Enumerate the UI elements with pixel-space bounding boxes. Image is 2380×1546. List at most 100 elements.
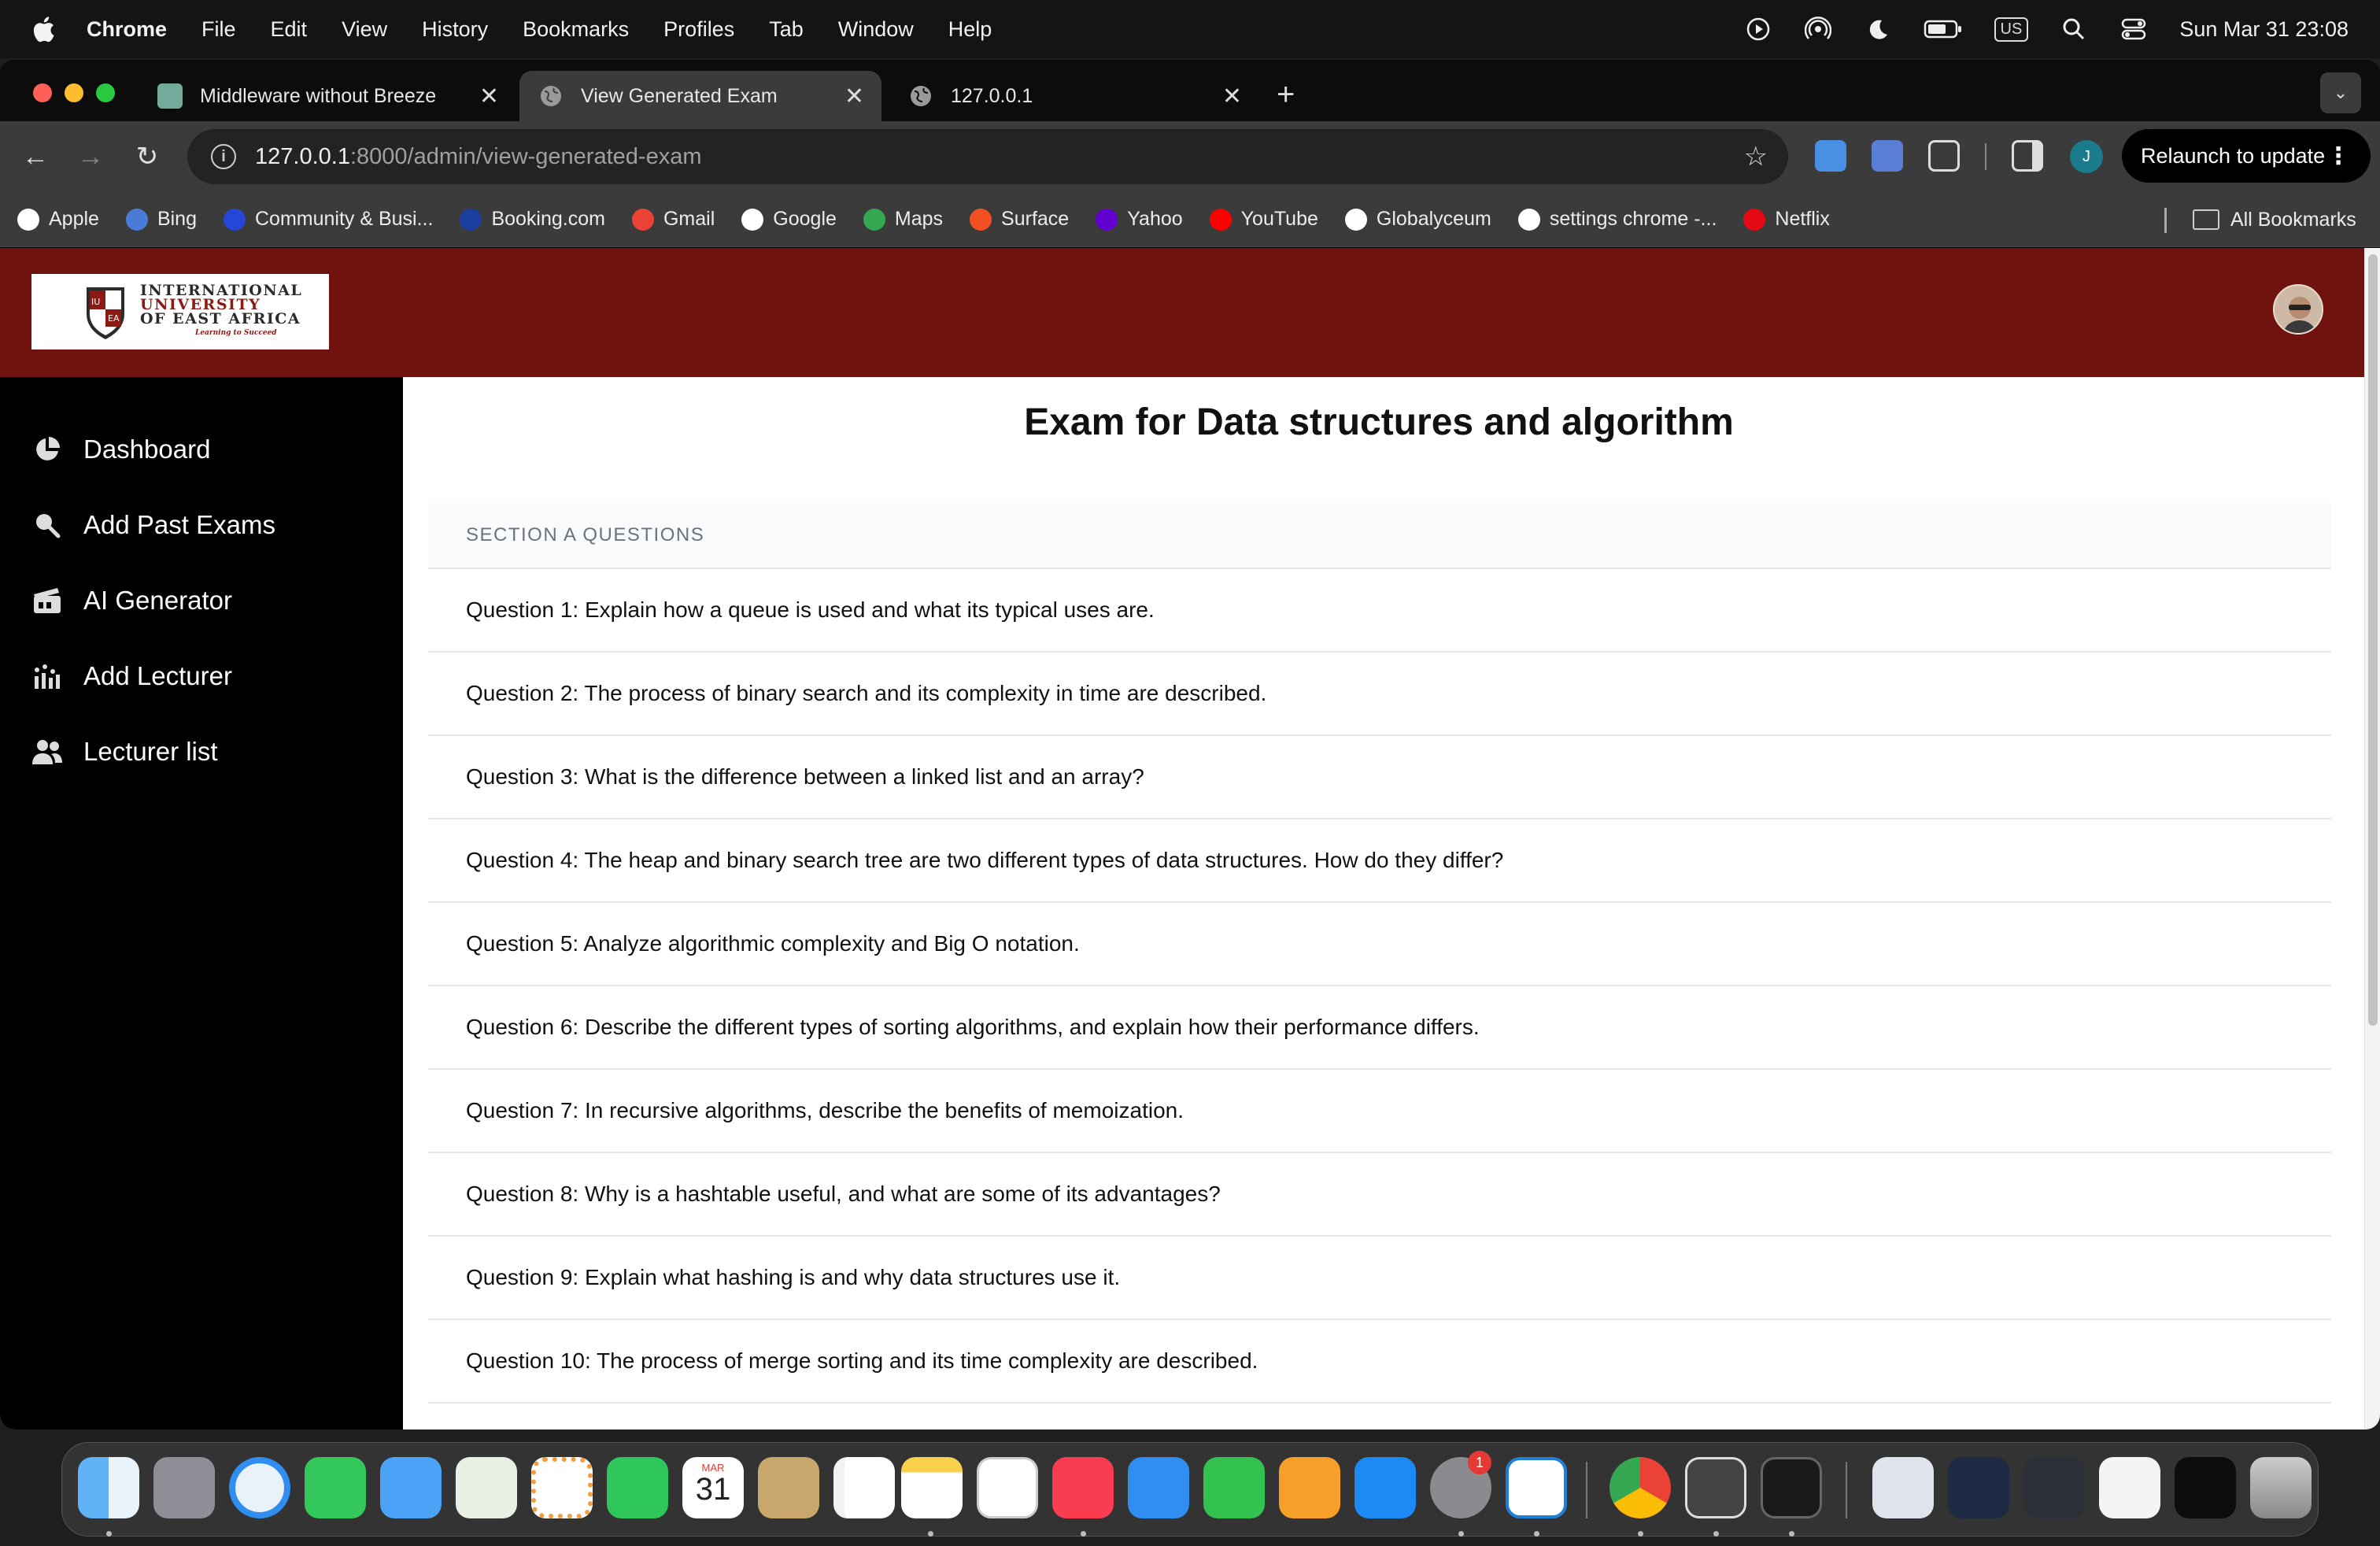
- sidebar-item-add-past-exams[interactable]: Add Past Exams: [0, 487, 403, 563]
- forward-arrow-icon[interactable]: →: [72, 139, 109, 175]
- bookmark-gmail[interactable]: Gmail: [631, 208, 715, 231]
- all-bookmarks-button[interactable]: All Bookmarks: [2193, 192, 2356, 247]
- browser-toolbar: ← → ↻ i 127.0.0.1:8000/admin/view-genera…: [0, 121, 2380, 192]
- pages-icon[interactable]: [1279, 1457, 1340, 1518]
- sidebar-item-add-lecturer[interactable]: Add Lecturer: [0, 638, 403, 714]
- bookmark-surface[interactable]: Surface: [970, 208, 1069, 231]
- recent-window-icon[interactable]: [2175, 1457, 2236, 1518]
- apple-logo-icon[interactable]: [31, 15, 55, 43]
- sidebar-item-lecturer-list[interactable]: Lecturer list: [0, 714, 403, 790]
- spotlight-search-icon[interactable]: [2060, 15, 2088, 43]
- university-logo[interactable]: IU EA INTERNATIONAL UNIVERSITY OF EAST A…: [31, 274, 329, 350]
- menu-bar-clock[interactable]: Sun Mar 31 23:08: [2179, 17, 2349, 42]
- facetime-icon[interactable]: [607, 1457, 668, 1518]
- play-icon[interactable]: [1744, 15, 1772, 43]
- screen-capture-extension-icon[interactable]: [1872, 140, 1903, 172]
- bookmark-community-busi[interactable]: Community & Busi...: [224, 208, 433, 231]
- tab-search-chevron-icon[interactable]: ⌄: [2320, 72, 2361, 113]
- airdrop-icon[interactable]: [1804, 15, 1832, 43]
- question-row: Question 2: The process of binary search…: [428, 653, 2331, 736]
- page-scrollbar[interactable]: [2364, 248, 2380, 1429]
- numbers-icon[interactable]: [1203, 1457, 1265, 1518]
- bookmark-settings-chrome[interactable]: settings chrome -...: [1517, 208, 1717, 231]
- address-bar[interactable]: i 127.0.0.1:8000/admin/view-generated-ex…: [187, 129, 1788, 184]
- reload-icon[interactable]: ↻: [129, 139, 165, 175]
- terminal-icon[interactable]: [1761, 1457, 1822, 1518]
- close-window-button[interactable]: [33, 83, 52, 102]
- vscode-icon[interactable]: [1506, 1457, 1567, 1518]
- close-tab-icon[interactable]: ✕: [844, 83, 864, 110]
- site-info-icon[interactable]: i: [211, 144, 236, 169]
- sidebar-item-dashboard[interactable]: Dashboard: [0, 412, 403, 487]
- unity-icon[interactable]: [1685, 1457, 1746, 1518]
- bookmark-label: Maps: [894, 208, 944, 230]
- launchpad-icon[interactable]: [153, 1457, 215, 1518]
- menu-view[interactable]: View: [342, 17, 387, 42]
- music-icon[interactable]: [1052, 1457, 1114, 1518]
- control-center-icon[interactable]: [2119, 15, 2148, 43]
- recent-window-icon[interactable]: [2023, 1457, 2085, 1518]
- zoom-window-button[interactable]: [96, 83, 115, 102]
- menu-tab[interactable]: Tab: [769, 17, 804, 42]
- calendar-icon[interactable]: MAR 31: [682, 1457, 744, 1518]
- maps-icon[interactable]: [456, 1457, 517, 1518]
- user-avatar[interactable]: [2273, 284, 2323, 335]
- tab-view-generated-exam[interactable]: View Generated Exam ✕: [519, 71, 881, 121]
- trash-icon[interactable]: [2250, 1457, 2312, 1518]
- new-tab-plus-icon[interactable]: +: [1277, 77, 1295, 113]
- notes-icon[interactable]: [901, 1457, 963, 1518]
- reminders-icon[interactable]: [833, 1457, 895, 1518]
- app-store-icon[interactable]: [1354, 1457, 1416, 1518]
- freeform-icon[interactable]: [977, 1457, 1038, 1518]
- bookmark-google[interactable]: Google: [741, 208, 837, 231]
- keynote-icon[interactable]: [1128, 1457, 1189, 1518]
- bookmark-maps[interactable]: Maps: [863, 208, 943, 231]
- back-arrow-icon[interactable]: ←: [17, 139, 54, 175]
- recent-document-icon[interactable]: [2099, 1457, 2160, 1518]
- more-menu-icon[interactable]: ⋮: [2326, 142, 2350, 170]
- bookmark-yahoo[interactable]: Yahoo: [1096, 208, 1183, 231]
- contacts-icon[interactable]: [758, 1457, 819, 1518]
- battery-icon[interactable]: [1924, 15, 1963, 43]
- menu-window[interactable]: Window: [838, 17, 914, 42]
- menu-bookmarks[interactable]: Bookmarks: [523, 17, 629, 42]
- relaunch-label: Relaunch to update: [2141, 143, 2326, 168]
- profile-avatar-icon[interactable]: J: [2070, 140, 2103, 173]
- side-panel-icon[interactable]: [2012, 140, 2043, 172]
- menu-edit[interactable]: Edit: [271, 17, 308, 42]
- menu-profiles[interactable]: Profiles: [663, 17, 734, 42]
- finder-icon[interactable]: [78, 1457, 139, 1518]
- bookmark-booking-com[interactable]: Booking.com: [460, 208, 605, 231]
- cloud-extension-icon[interactable]: [1815, 140, 1846, 172]
- close-tab-icon[interactable]: ✕: [1222, 83, 1242, 110]
- bookmark-star-icon[interactable]: ☆: [1744, 141, 1768, 172]
- user-photo-icon: [2275, 286, 2322, 333]
- bookmark-globalyceum[interactable]: Globalyceum: [1344, 208, 1491, 231]
- bookmark-bing[interactable]: Bing: [125, 208, 197, 231]
- menu-file[interactable]: File: [201, 17, 236, 42]
- menu-app-name[interactable]: Chrome: [87, 17, 167, 42]
- minimize-window-button[interactable]: [65, 83, 83, 102]
- close-tab-icon[interactable]: ✕: [479, 83, 499, 110]
- sidebar-item-ai-generator[interactable]: AI Generator: [0, 563, 403, 638]
- relaunch-to-update-button[interactable]: Relaunch to update ⋮: [2122, 129, 2371, 183]
- recent-document-icon[interactable]: [1872, 1457, 1934, 1518]
- sidebar-item-label: Add Lecturer: [83, 661, 232, 690]
- tab-middleware[interactable]: Middleware without Breeze ✕: [139, 71, 516, 121]
- moon-icon[interactable]: [1864, 15, 1892, 43]
- mail-icon[interactable]: [380, 1457, 442, 1518]
- safari-icon[interactable]: [229, 1457, 290, 1518]
- tab-localhost[interactable]: 127.0.0.1 ✕: [889, 71, 1259, 121]
- chrome-icon[interactable]: [1609, 1457, 1671, 1518]
- recent-window-icon[interactable]: [1948, 1457, 2009, 1518]
- photos-icon[interactable]: [531, 1457, 593, 1518]
- menu-history[interactable]: History: [422, 17, 488, 42]
- bookmark-netflix[interactable]: Netflix: [1743, 208, 1830, 231]
- scrollbar-thumb[interactable]: [2368, 254, 2378, 1026]
- menu-help[interactable]: Help: [948, 17, 992, 42]
- messages-icon[interactable]: [305, 1457, 366, 1518]
- bookmark-apple[interactable]: Apple: [17, 208, 99, 231]
- extensions-puzzle-icon[interactable]: [1928, 140, 1960, 172]
- input-source-indicator[interactable]: US: [1994, 17, 2029, 42]
- bookmark-youtube[interactable]: YouTube: [1209, 208, 1318, 231]
